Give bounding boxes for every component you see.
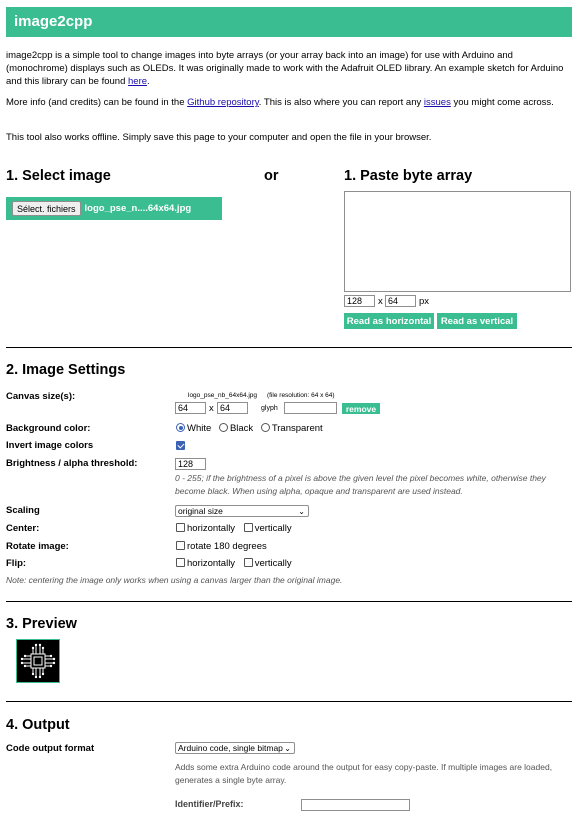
- scaling-select[interactable]: original size ⌄: [175, 505, 309, 517]
- canvas-size-label: Canvas size(s):: [6, 391, 76, 402]
- array-size-x-label: x: [378, 296, 383, 307]
- glyph-input[interactable]: [284, 402, 337, 414]
- preview-heading: 3. Preview: [6, 616, 77, 632]
- rotate-180-checkbox[interactable]: [176, 541, 185, 550]
- intro-paragraph-1: image2cpp is a simple tool to change ima…: [6, 49, 572, 88]
- intro-text: More info (and credits) can be found in …: [6, 97, 188, 108]
- scaling-label: Scaling: [6, 505, 40, 516]
- canvas-x-label: x: [209, 403, 214, 414]
- intro-text: . This is also where you can report any: [258, 97, 424, 108]
- center-vertical-checkbox[interactable]: [243, 523, 253, 532]
- invert-colors-checkbox[interactable]: [176, 441, 185, 450]
- array-px-label: px: [419, 296, 430, 307]
- code-output-format-label: Code output format: [6, 743, 95, 754]
- code-output-format-value: Arduino code, single bitmap: [178, 743, 283, 753]
- rotate-180-label: rotate 180 degrees: [187, 541, 267, 552]
- rotate-options: rotate 180 degrees: [176, 541, 267, 552]
- intro-paragraph-3: This tool also works offline. Simply sav…: [6, 131, 572, 144]
- canvas-height-input[interactable]: [217, 402, 248, 414]
- remove-image-button[interactable]: remove: [342, 403, 380, 414]
- paste-byte-array-heading: 1. Paste byte array: [344, 168, 473, 184]
- byte-array-textarea[interactable]: [344, 191, 571, 292]
- flip-horizontal-label: horizontally: [187, 558, 236, 569]
- array-width-input[interactable]: [344, 295, 375, 307]
- bg-white-radio[interactable]: [176, 423, 185, 432]
- intro-text-end: .: [147, 76, 150, 87]
- center-horizontal-checkbox[interactable]: [176, 523, 185, 532]
- code-output-format-note: Adds some extra Arduino code around the …: [175, 762, 553, 785]
- intro-text: image2cpp is a simple tool to change ima…: [6, 50, 564, 87]
- brightness-label: Brightness / alpha threshold:: [6, 458, 138, 469]
- brightness-note: 0 - 255; if the brightness of a pixel is…: [175, 473, 546, 496]
- identifier-prefix-input[interactable]: [301, 799, 410, 811]
- code-output-format-select[interactable]: Arduino code, single bitmap ⌄: [175, 742, 295, 754]
- canvas-file-name: logo_pse_nb_64x64.jpg: [188, 392, 258, 399]
- choose-files-button[interactable]: Sélect. fichiers: [12, 201, 81, 216]
- flip-options: horizontally vertically: [176, 558, 292, 569]
- intro-paragraph-2: More info (and credits) can be found in …: [6, 96, 572, 109]
- background-color-options: White Black Transparent: [176, 423, 323, 434]
- github-repository-link[interactable]: Github repository: [187, 97, 259, 108]
- center-vertical-label: vertically: [254, 523, 292, 534]
- array-height-input[interactable]: [385, 295, 416, 307]
- bg-black-radio[interactable]: [218, 423, 228, 432]
- issues-link[interactable]: issues: [424, 97, 451, 108]
- rotate-label: Rotate image:: [6, 541, 69, 552]
- flip-vertical-checkbox[interactable]: [243, 558, 253, 567]
- glyph-label: glyph: [261, 405, 278, 412]
- circuit-chip-icon: [20, 643, 56, 679]
- center-label: Center:: [6, 523, 40, 534]
- app-title: image2cpp: [14, 13, 93, 30]
- centering-note: Note: centering the image only works whe…: [6, 575, 343, 585]
- output-heading: 4. Output: [6, 717, 70, 733]
- bg-transparent-label: Transparent: [271, 423, 323, 434]
- or-label: or: [264, 168, 279, 184]
- chevron-down-icon: ⌄: [284, 744, 291, 753]
- file-picker[interactable]: Sélect. fichiers logo_pse_n....64x64.jpg: [6, 197, 222, 220]
- background-color-label: Background color:: [6, 423, 91, 434]
- invert-colors-label: Invert image colors: [6, 440, 94, 451]
- brightness-input[interactable]: [175, 458, 206, 470]
- bg-black-label: Black: [229, 423, 254, 434]
- select-image-heading: 1. Select image: [6, 168, 111, 184]
- read-horizontal-button[interactable]: Read as horizontal: [344, 313, 434, 329]
- bg-white-option[interactable]: White: [176, 423, 211, 434]
- center-options: horizontally vertically: [176, 523, 292, 534]
- bg-transparent-radio[interactable]: [260, 423, 270, 432]
- identifier-prefix-label: Identifier/Prefix:: [175, 799, 244, 809]
- intro-text-end: you might come across.: [450, 97, 554, 108]
- scaling-select-value: original size: [178, 506, 223, 516]
- intro-text: This tool also works offline. Simply sav…: [6, 132, 432, 143]
- preview-canvas: [16, 639, 60, 683]
- section-divider: [6, 601, 572, 602]
- chevron-down-icon: ⌄: [298, 507, 305, 516]
- app-title-bar: image2cpp: [6, 7, 572, 37]
- flip-label: Flip:: [6, 558, 27, 569]
- bg-white-label: White: [187, 423, 212, 434]
- read-vertical-button[interactable]: Read as vertical: [437, 313, 517, 329]
- bg-transparent-option[interactable]: Transparent: [260, 423, 323, 434]
- canvas-file-resolution: (file resolution: 64 x 64): [267, 392, 335, 399]
- selected-file-name: logo_pse_n....64x64.jpg: [84, 203, 192, 214]
- image-settings-heading: 2. Image Settings: [6, 362, 126, 378]
- flip-horizontal-checkbox[interactable]: [176, 558, 185, 567]
- center-horizontal-label: horizontally: [187, 523, 236, 534]
- canvas-width-input[interactable]: [175, 402, 206, 414]
- example-sketch-link[interactable]: here: [128, 76, 147, 87]
- bg-black-option[interactable]: Black: [218, 423, 254, 434]
- flip-vertical-label: vertically: [254, 558, 292, 569]
- section-divider: [6, 701, 572, 702]
- section-divider: [6, 347, 572, 348]
